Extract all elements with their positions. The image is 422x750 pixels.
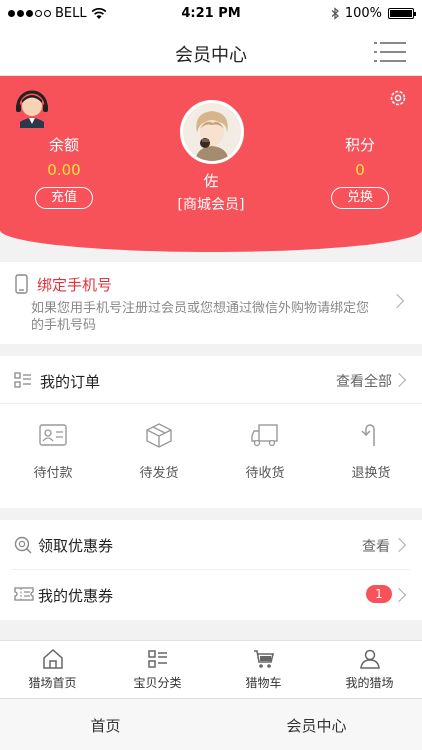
orders-title: 我的订单 [40, 373, 101, 391]
coupon-ticket-icon [14, 587, 34, 601]
tab-categories[interactable]: 宝贝分类 [105, 647, 210, 691]
customer-service-icon[interactable] [12, 84, 52, 128]
my-coupons-row[interactable]: 我的优惠券 1 [0, 570, 422, 620]
balance-label: 余额 [48, 136, 79, 154]
return-icon [361, 424, 375, 446]
order-status-returns[interactable]: 退换货 [321, 422, 421, 481]
order-status-pending-shipment[interactable]: 待发货 [109, 422, 209, 481]
phone-icon [15, 274, 28, 294]
tab-label: 猎物车 [245, 676, 282, 690]
battery-icon [388, 8, 416, 19]
orders-section: 我的订单 查看全部 待付款 待发货 待收货 退换货 [0, 356, 422, 508]
order-status-label: 待收货 [245, 466, 285, 481]
chevron-right-icon [391, 537, 407, 553]
orders-header[interactable]: 我的订单 查看全部 [0, 356, 422, 404]
order-status-label: 待发货 [139, 466, 179, 481]
bottom-bar: 首页 会员中心 [0, 698, 422, 750]
tab-cart[interactable]: 猎物车 [211, 647, 316, 691]
points-label: 积分 [344, 136, 375, 154]
tab-label: 我的猎场 [345, 676, 394, 690]
bind-phone-row[interactable]: 绑定手机号 如果您用手机号注册过会员或您想通过微信外购物请绑定您的手机号码 [0, 262, 422, 344]
order-status-pending-receipt[interactable]: 待收货 [215, 422, 315, 481]
points-block: 积分 0 兑换 [320, 134, 400, 209]
order-list-icon [14, 372, 31, 388]
order-status-pending-payment[interactable]: 待付款 [3, 422, 103, 481]
chevron-right-icon [389, 293, 405, 309]
avatar-illustration-icon [183, 103, 241, 161]
tab-label: 猎场首页 [28, 676, 77, 690]
view-coupons-link[interactable]: 查看 [362, 536, 390, 556]
nav-bar: 会员中心 [0, 28, 422, 76]
bind-phone-title: 绑定手机号 [37, 276, 113, 294]
battery-label: 100% [344, 6, 382, 21]
card-icon [39, 424, 67, 446]
home-icon [42, 648, 63, 669]
tab-bar: 猎场首页 宝贝分类 猎物车 我的猎场 [0, 640, 422, 698]
get-coupons-row[interactable]: 领取优惠券 查看 [0, 520, 422, 570]
member-header: 余额 0.00 充值 佐 [商城会员] 积分 0 兑换 [0, 76, 422, 252]
get-coupons-title: 领取优惠券 [38, 537, 114, 555]
bluetooth-icon [331, 7, 339, 20]
cart-icon [253, 650, 274, 668]
coupon-search-icon [14, 536, 32, 554]
tab-home[interactable]: 猎场首页 [0, 647, 105, 691]
settings-gear-icon[interactable] [388, 88, 408, 108]
bind-phone-description: 如果您用手机号注册过会员或您想通过微信外购物请绑定您的手机号码 [31, 301, 370, 333]
status-bar: BELL 4:21 PM 100% [0, 0, 422, 28]
bottom-member-center-button[interactable]: 会员中心 [211, 715, 422, 736]
page-title: 会员中心 [175, 45, 247, 66]
chevron-right-icon [391, 372, 407, 388]
truck-icon [251, 424, 278, 447]
coupon-count-badge: 1 [366, 585, 392, 603]
user-avatar[interactable] [180, 100, 244, 164]
order-status-label: 退换货 [351, 466, 391, 481]
tab-profile[interactable]: 我的猎场 [317, 647, 422, 691]
bottom-home-button[interactable]: 首页 [0, 715, 211, 736]
chevron-right-icon [391, 587, 407, 603]
coupons-section: 领取优惠券 查看 我的优惠券 1 [0, 520, 422, 620]
my-coupons-title: 我的优惠券 [38, 587, 114, 605]
view-all-orders-link[interactable]: 查看全部 [336, 371, 392, 391]
order-status-label: 待付款 [33, 466, 73, 481]
points-value: 0 [355, 161, 365, 179]
user-icon [359, 649, 380, 669]
box-icon [146, 423, 172, 448]
menu-icon[interactable] [374, 40, 406, 64]
redeem-button[interactable]: 兑换 [331, 187, 389, 209]
category-icon [147, 650, 167, 668]
tab-label: 宝贝分类 [133, 676, 182, 690]
